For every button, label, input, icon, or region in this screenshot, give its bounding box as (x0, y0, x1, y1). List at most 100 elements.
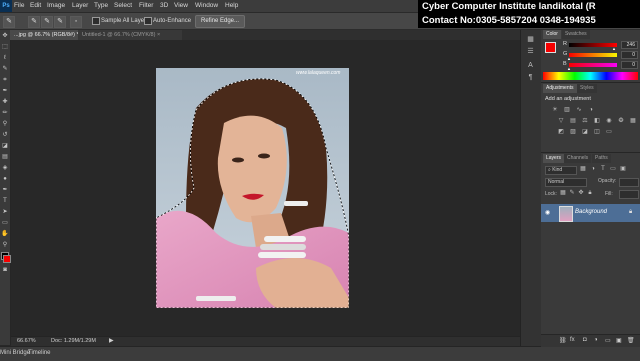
black-white-icon[interactable]: ◧ (593, 118, 601, 125)
zoom-tool-icon[interactable]: ⚲ (1, 241, 9, 249)
tab-untitled-document[interactable]: Untitled-1 @ 66.7% (CMYK/8) × (78, 30, 182, 40)
tab-color[interactable]: Color (543, 30, 561, 39)
hue-saturation-icon[interactable]: ▤ (569, 118, 577, 125)
color-spectrum-bar[interactable] (543, 72, 638, 80)
zoom-readout[interactable]: 66.67% (17, 338, 36, 344)
mini-bridge-tab[interactable]: Mini Bridge (0, 350, 30, 356)
tab-swatches[interactable]: Swatches (562, 30, 590, 39)
auto-enhance-checkbox[interactable] (144, 17, 152, 25)
character-panel-icon[interactable]: A (526, 62, 535, 70)
move-tool-icon[interactable]: ✥ (1, 32, 9, 40)
menu-image[interactable]: Image (47, 1, 65, 11)
foreground-color-swatch[interactable] (545, 42, 556, 53)
menu-layer[interactable]: Layer (72, 1, 88, 11)
history-panel-icon[interactable]: ▦ (526, 36, 535, 44)
eraser-tool-icon[interactable]: ◪ (1, 142, 9, 150)
quick-mask-icon[interactable]: ◙ (1, 266, 9, 274)
add-mask-icon[interactable]: ◘ (583, 337, 587, 343)
blue-slider[interactable] (569, 63, 617, 67)
red-value[interactable]: 246 (621, 41, 638, 49)
eyedropper-tool-icon[interactable]: ✒ (1, 87, 9, 95)
red-slider-handle-icon[interactable]: ▲ (612, 46, 616, 51)
selective-color-icon[interactable]: ◫ (593, 129, 601, 136)
tab-layers[interactable]: Layers (543, 154, 565, 163)
healing-tool-icon[interactable]: ✚ (1, 98, 9, 106)
layer-name[interactable]: Background (575, 209, 607, 215)
dodge-tool-icon[interactable]: ● (1, 175, 9, 183)
tab-channels[interactable]: Channels (564, 154, 592, 163)
pen-tool-icon[interactable]: ✒ (1, 186, 9, 194)
clone-stamp-tool-icon[interactable]: ⚲ (1, 120, 9, 128)
lock-pixels-icon[interactable]: ✎ (568, 190, 576, 197)
menu-edit[interactable]: Edit (30, 1, 41, 11)
tab-styles[interactable]: Styles (577, 84, 597, 93)
blur-tool-icon[interactable]: ◈ (1, 164, 9, 172)
background-swatch[interactable] (3, 255, 11, 263)
new-adjustment-layer-icon[interactable]: ◑ (594, 337, 598, 343)
menu-3d[interactable]: 3D (160, 1, 168, 11)
levels-icon[interactable]: ▥ (563, 107, 571, 114)
exposure-icon[interactable]: ◑ (587, 107, 595, 114)
photo-filter-icon[interactable]: ◉ (605, 118, 613, 125)
menu-type[interactable]: Type (94, 1, 108, 11)
color-lookup-icon[interactable]: ▦ (629, 118, 637, 125)
paragraph-panel-icon[interactable]: ¶ (526, 74, 535, 82)
history-brush-tool-icon[interactable]: ↺ (1, 131, 9, 139)
layer-style-icon[interactable]: fx (570, 337, 575, 343)
menu-window[interactable]: Window (195, 1, 218, 11)
menu-help[interactable]: Help (225, 1, 238, 11)
layer-filter-kind-dropdown[interactable]: ⌕ Kind (545, 166, 577, 175)
link-layers-icon[interactable]: ⛓ (559, 337, 567, 344)
opacity-field[interactable] (619, 178, 639, 187)
properties-panel-icon[interactable]: ☰ (526, 48, 535, 56)
posterize-icon[interactable]: ▨ (569, 129, 577, 136)
fill-field[interactable] (619, 190, 639, 199)
green-value[interactable]: 0 (621, 51, 638, 59)
curves-icon[interactable]: ∿ (575, 107, 583, 114)
hand-tool-icon[interactable]: ✋ (1, 230, 9, 238)
red-slider[interactable] (569, 43, 617, 47)
close-icon[interactable]: × (157, 32, 160, 38)
shape-tool-icon[interactable]: ▭ (1, 219, 9, 227)
brush-tool-icon[interactable]: ✏ (1, 109, 9, 117)
new-selection-icon[interactable]: ✎ (28, 16, 40, 28)
filter-type-icon[interactable]: T (599, 166, 607, 173)
blue-value[interactable]: 0 (621, 61, 638, 69)
menu-file[interactable]: File (14, 1, 24, 11)
brush-size-picker-icon[interactable]: ◦ (70, 16, 82, 28)
marquee-tool-icon[interactable]: ⬚ (1, 43, 9, 51)
invert-icon[interactable]: ◩ (557, 129, 565, 136)
type-tool-icon[interactable]: T (1, 197, 9, 205)
add-to-selection-icon[interactable]: ✎ (41, 16, 53, 28)
tab-adjustments[interactable]: Adjustments (543, 84, 577, 93)
status-menu-arrow-icon[interactable]: ▶ (109, 337, 114, 344)
menu-view[interactable]: View (174, 1, 188, 11)
visibility-eye-icon[interactable]: ◉ (545, 209, 550, 216)
color-balance-icon[interactable]: ⚖ (581, 118, 589, 125)
crop-tool-icon[interactable]: ⌗ (1, 76, 9, 84)
subtract-selection-icon[interactable]: ✎ (54, 16, 66, 28)
sample-all-layers-checkbox[interactable] (92, 17, 100, 25)
brightness-contrast-icon[interactable]: ☀ (551, 107, 559, 114)
quick-select-tool-icon[interactable]: ✎ (1, 65, 9, 73)
filter-shape-icon[interactable]: ▭ (609, 166, 617, 173)
gradient-map-icon[interactable]: ▭ (605, 129, 613, 136)
blend-mode-dropdown[interactable]: Normal (545, 178, 587, 187)
new-group-icon[interactable]: ▭ (605, 337, 611, 344)
gradient-tool-icon[interactable]: ▤ (1, 153, 9, 161)
green-slider-handle-icon[interactable]: ▲ (567, 56, 571, 61)
vibrance-icon[interactable]: ▽ (557, 118, 565, 125)
timeline-tab[interactable]: Timeline (28, 350, 50, 356)
threshold-icon[interactable]: ◪ (581, 129, 589, 136)
lock-all-icon[interactable]: 🔒︎ (586, 190, 594, 197)
tab-paths[interactable]: Paths (592, 154, 611, 163)
lasso-tool-icon[interactable]: ℓ (1, 54, 9, 62)
green-slider[interactable] (569, 53, 617, 57)
tab-active-document[interactable]: ...jpg @ 66.7% (RGB/8#) * × (10, 30, 84, 48)
filter-pixel-icon[interactable]: ▦ (579, 166, 587, 173)
document-photo[interactable]: www.lalaqueen.com (156, 68, 349, 308)
quick-selection-tool-icon[interactable]: ✎ (3, 16, 15, 28)
new-layer-icon[interactable]: ▣ (616, 337, 622, 344)
lock-transparency-icon[interactable]: ▦ (559, 190, 567, 197)
channel-mixer-icon[interactable]: ❂ (617, 118, 625, 125)
